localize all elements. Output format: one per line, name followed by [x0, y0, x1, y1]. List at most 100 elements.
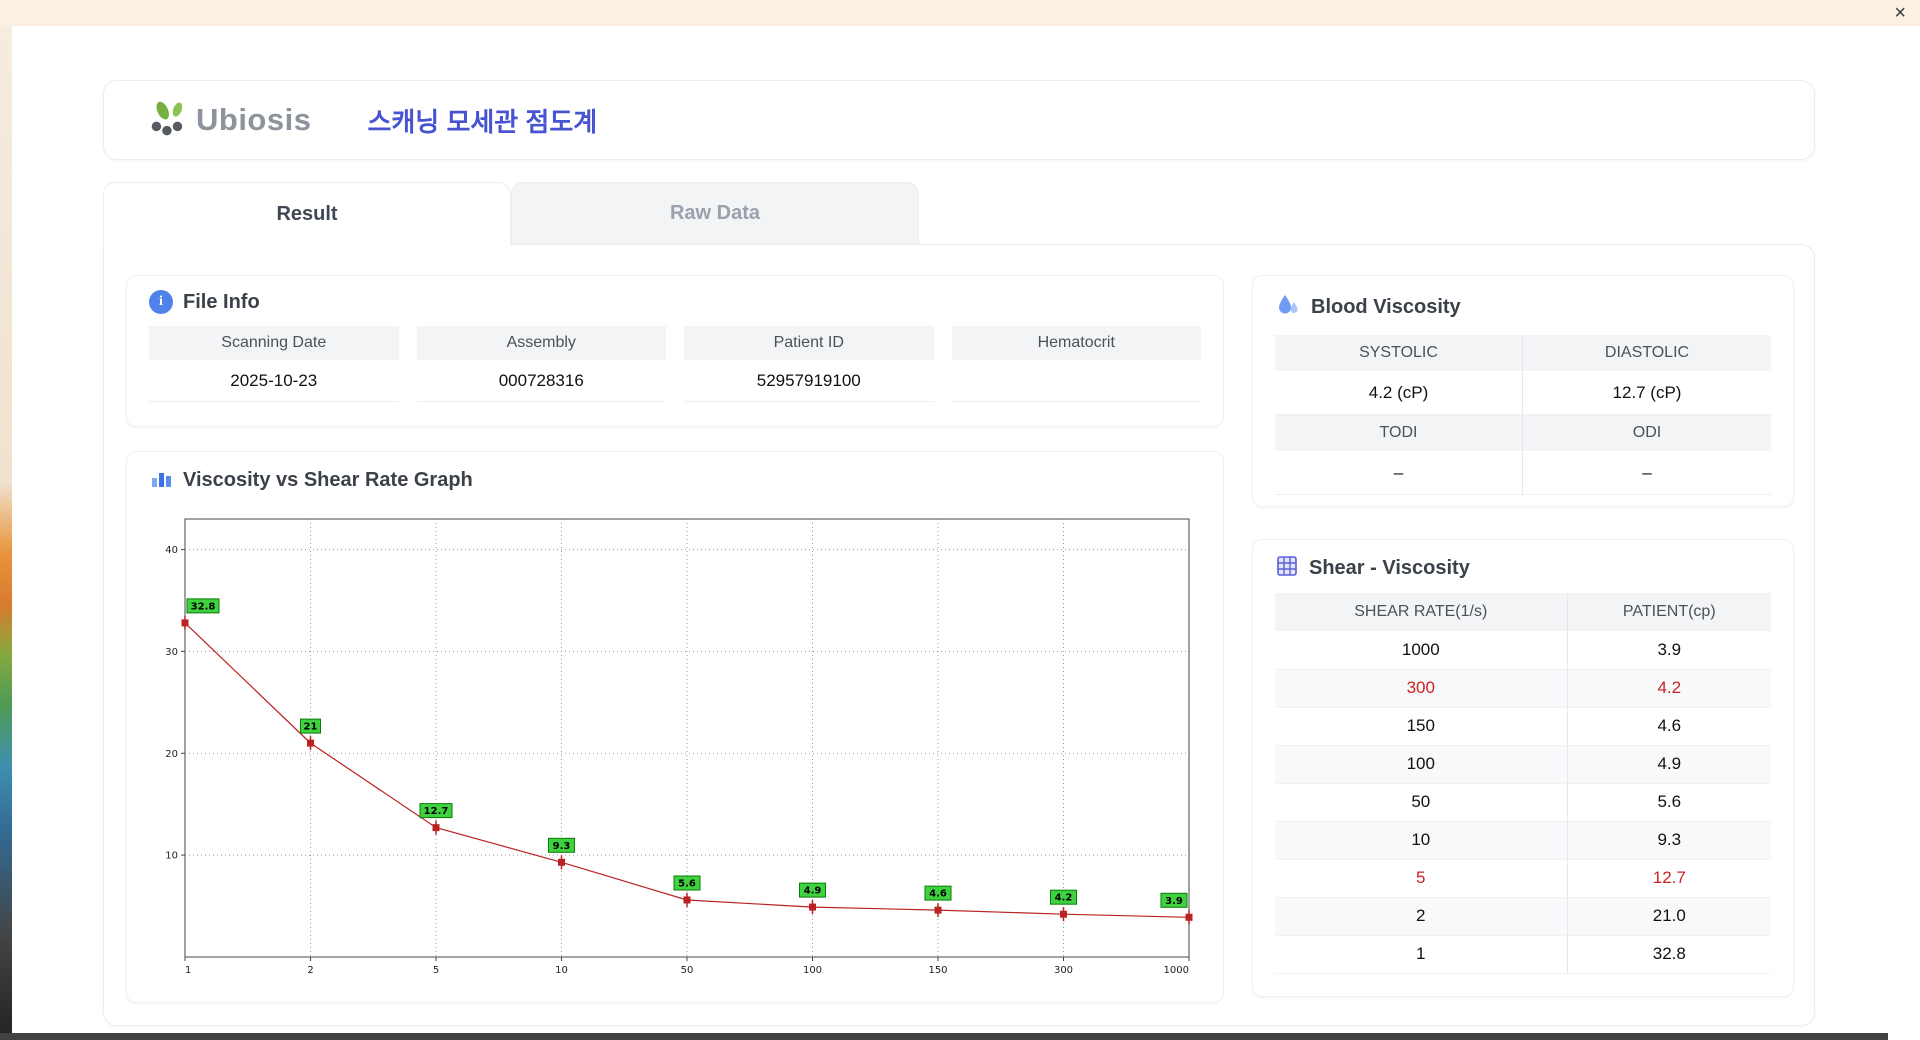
shear-viscosity-table: SHEAR RATE(1/s) PATIENT(cp) 1000 3.9 300 4.2…	[1275, 593, 1771, 974]
file-info-field: Assembly 000728316	[416, 326, 666, 402]
field-label: Assembly	[416, 326, 666, 360]
metric-label: DIASTOLIC	[1523, 335, 1771, 371]
table-row: 10 9.3	[1275, 821, 1771, 860]
field-label: Hematocrit	[951, 326, 1201, 360]
svg-text:21: 21	[304, 722, 318, 733]
svg-text:12.7: 12.7	[424, 806, 449, 817]
file-info-panel: i File Info Scanning Date 2025-10-23 Assem…	[126, 275, 1224, 427]
svg-text:1000: 1000	[1164, 965, 1189, 976]
table-row: 1000 3.9	[1275, 631, 1771, 670]
file-info-fields: Scanning Date 2025-10-23 Assembly 000728316…	[149, 326, 1201, 402]
shear-rate-cell: 2	[1275, 897, 1568, 936]
droplet-icon	[1275, 292, 1301, 323]
table-row: 5 12.7	[1275, 859, 1771, 898]
file-info-field: Patient ID 52957919100	[684, 326, 934, 402]
viscosity-chart: 10 20 30 40 1 2 5 10 50 100 150 300 1000 32.8 21 12.7 9.…	[149, 505, 1201, 990]
svg-text:9.3: 9.3	[553, 841, 571, 852]
svg-text:4.9: 4.9	[804, 886, 822, 897]
tab-result[interactable]: Result	[103, 182, 511, 245]
shear-rate-cell: 10	[1275, 821, 1568, 860]
svg-text:40: 40	[165, 545, 178, 556]
desktop-left-strip	[0, 26, 12, 1040]
app-window: Ubiosis 스캐닝 모세관 점도계 Result Raw Data i Fi…	[12, 26, 1920, 1033]
column-header: SHEAR RATE(1/s)	[1275, 593, 1568, 631]
svg-text:50: 50	[681, 965, 694, 976]
file-info-field: Hematocrit	[951, 326, 1201, 402]
svg-text:300: 300	[1054, 965, 1073, 976]
svg-text:100: 100	[803, 965, 822, 976]
field-label: Patient ID	[684, 326, 934, 360]
shear-rate-cell: 150	[1275, 707, 1568, 746]
viscosity-graph-panel: Viscosity vs Shear Rate Graph 10 20 30 40 1 2…	[126, 451, 1224, 1003]
blood-viscosity-grid: SYSTOLIC DIASTOLIC 4.2 (cP) 12.7 (cP) TODI OD…	[1275, 335, 1771, 495]
svg-text:5: 5	[433, 965, 439, 976]
field-value: 2025-10-23	[149, 360, 399, 402]
svg-text:1: 1	[185, 965, 191, 976]
shear-rate-cell: 50	[1275, 783, 1568, 822]
desktop-bottom-strip	[0, 1033, 1888, 1040]
patient-value-cell: 4.6	[1567, 707, 1771, 746]
metric-value: 12.7 (cP)	[1523, 371, 1771, 415]
info-icon: i	[149, 290, 173, 314]
shear-viscosity-title: Shear - Viscosity	[1309, 557, 1470, 579]
patient-value-cell: 9.3	[1567, 821, 1771, 860]
brand-name: Ubiosis	[196, 102, 312, 137]
field-value	[951, 360, 1201, 402]
table-header-row: SHEAR RATE(1/s) PATIENT(cp)	[1275, 593, 1771, 631]
metric-label: ODI	[1523, 415, 1771, 451]
leaf-logo-icon	[146, 98, 190, 143]
blood-viscosity-title: Blood Viscosity	[1311, 296, 1461, 318]
svg-text:4.2: 4.2	[1055, 893, 1073, 904]
table-row: 100 4.9	[1275, 745, 1771, 784]
table-row: 150 4.6	[1275, 707, 1771, 746]
patient-value-cell: 5.6	[1567, 783, 1771, 822]
tab-raw-data[interactable]: Raw Data	[511, 182, 919, 244]
shear-rate-cell: 300	[1275, 669, 1568, 708]
svg-text:2: 2	[307, 965, 313, 976]
bar-chart-icon	[149, 466, 173, 495]
patient-value-cell: 32.8	[1567, 935, 1771, 974]
svg-text:10: 10	[555, 965, 568, 976]
patient-value-cell: 3.9	[1567, 631, 1771, 670]
shear-rate-cell: 1000	[1275, 631, 1568, 670]
field-label: Scanning Date	[149, 326, 399, 360]
metric-value: –	[1523, 451, 1771, 495]
app-header: Ubiosis 스캐닝 모세관 점도계	[103, 80, 1815, 160]
metric-value: –	[1275, 451, 1523, 495]
svg-text:30: 30	[165, 647, 178, 658]
table-row: 300 4.2	[1275, 669, 1771, 708]
page-title: 스캐닝 모세관 점도계	[367, 106, 598, 137]
shear-rate-cell: 5	[1275, 859, 1568, 898]
graph-title: Viscosity vs Shear Rate Graph	[183, 469, 473, 491]
desktop-top-strip	[0, 0, 1920, 26]
close-button[interactable]: ×	[1894, 2, 1906, 24]
metric-label: TODI	[1275, 415, 1523, 451]
table-row: 1 32.8	[1275, 935, 1771, 974]
patient-value-cell: 4.9	[1567, 745, 1771, 784]
blood-viscosity-panel: Blood Viscosity SYSTOLIC DIASTOLIC 4.2 (cP…	[1252, 275, 1794, 507]
svg-text:10: 10	[165, 851, 178, 862]
file-info-title: File Info	[183, 290, 260, 313]
field-value: 52957919100	[684, 360, 934, 402]
result-content: i File Info Scanning Date 2025-10-23 Assem…	[103, 244, 1815, 1026]
grid-table-icon	[1275, 554, 1299, 583]
table-row: 50 5.6	[1275, 783, 1771, 822]
shear-viscosity-panel: Shear - Viscosity SHEAR RATE(1/s) PATIENT…	[1252, 539, 1794, 997]
svg-text:5.6: 5.6	[678, 879, 696, 890]
svg-text:32.8: 32.8	[191, 601, 216, 612]
shear-rate-cell: 100	[1275, 745, 1568, 784]
patient-value-cell: 12.7	[1567, 859, 1771, 898]
metric-value: 4.2 (cP)	[1275, 371, 1523, 415]
table-row: 2 21.0	[1275, 897, 1771, 936]
column-header: PATIENT(cp)	[1567, 593, 1771, 631]
patient-value-cell: 4.2	[1567, 669, 1771, 708]
metric-label: SYSTOLIC	[1275, 335, 1523, 371]
file-info-field: Scanning Date 2025-10-23	[149, 326, 399, 402]
tab-bar: Result Raw Data	[103, 182, 919, 245]
svg-text:4.6: 4.6	[929, 889, 947, 900]
svg-text:150: 150	[928, 965, 947, 976]
svg-text:3.9: 3.9	[1165, 896, 1183, 907]
svg-text:20: 20	[165, 749, 178, 760]
field-value: 000728316	[416, 360, 666, 402]
shear-rate-cell: 1	[1275, 935, 1568, 974]
